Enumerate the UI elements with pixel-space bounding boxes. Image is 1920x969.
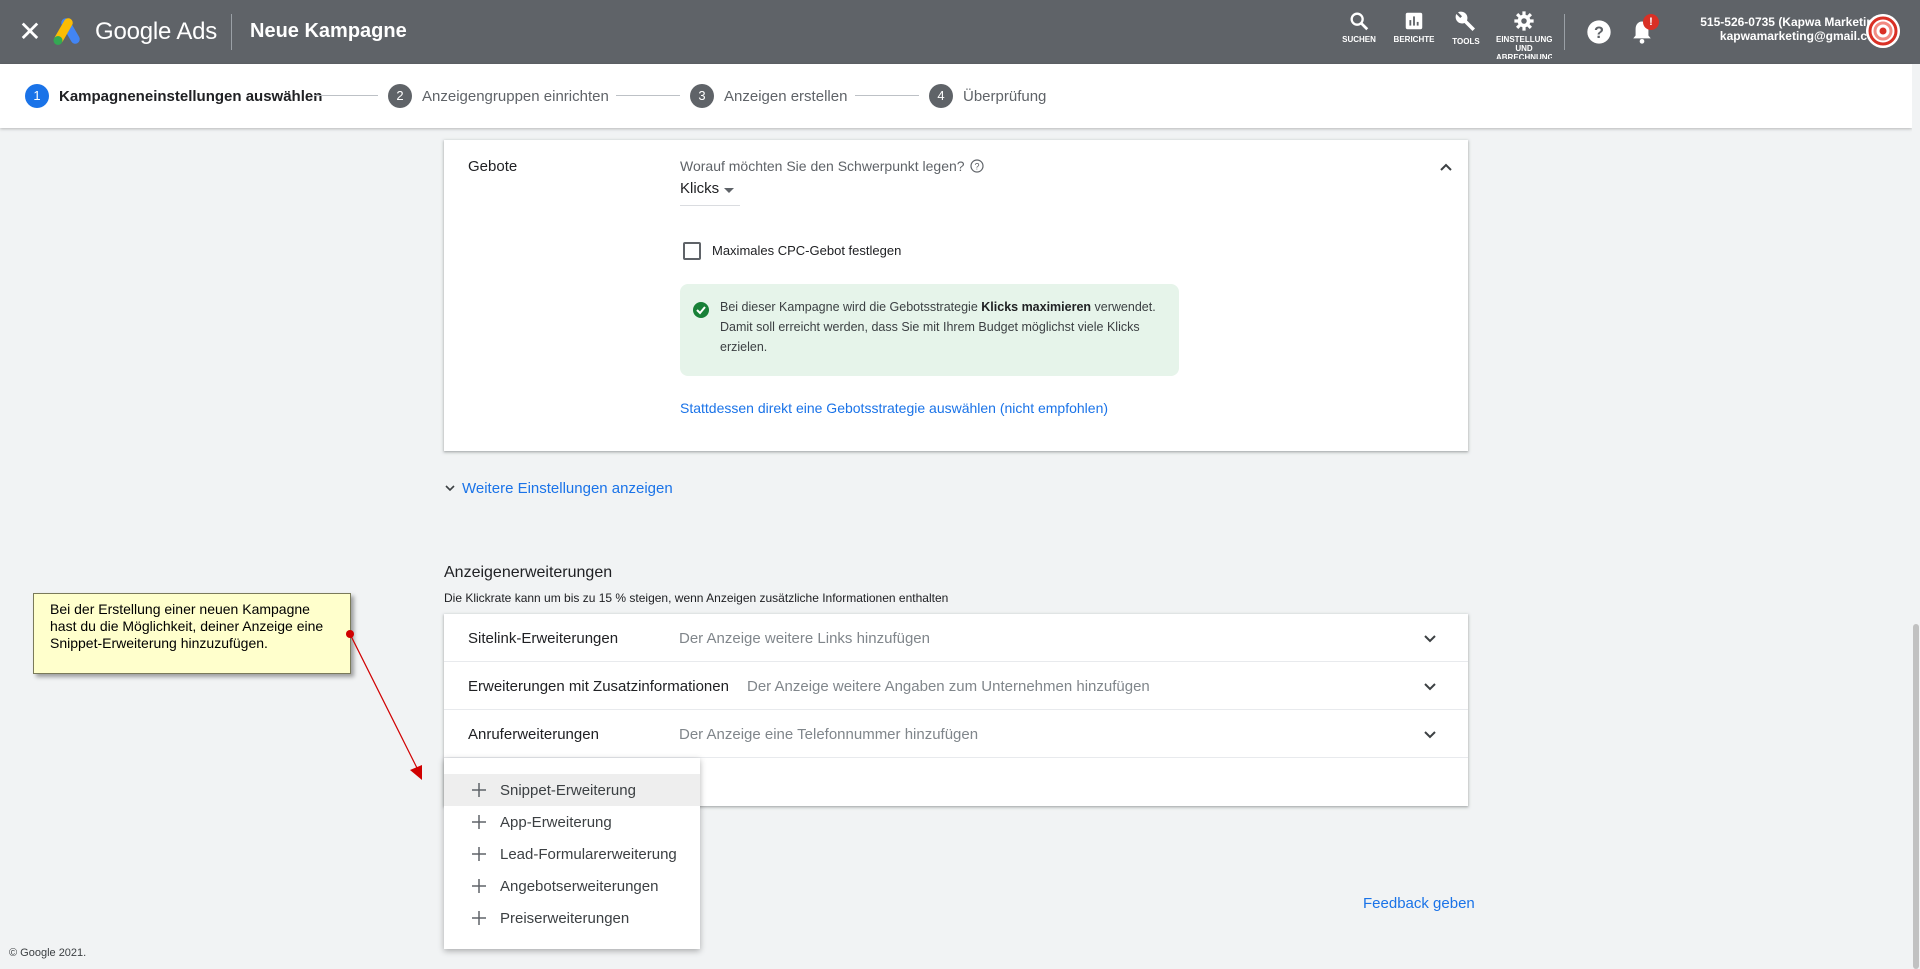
copyright-text: © Google 2021. bbox=[9, 947, 87, 959]
step-number: 3 bbox=[690, 84, 714, 108]
bidding-strategy-text: Bei dieser Kampagne wird die Gebotsstrat… bbox=[720, 297, 1170, 357]
menu-item-label: Lead-Formularerweiterung bbox=[500, 846, 677, 863]
settings-tool-label: EINSTELLUNGEN UND ABRECHNUNG bbox=[1496, 35, 1552, 59]
add-extension-menu: Snippet-Erweiterung App-Erweiterung Lead… bbox=[444, 758, 700, 949]
scrollbar-thumb[interactable] bbox=[1913, 624, 1919, 969]
extension-row-desc: Der Anzeige eine Telefonnummer hinzufüge… bbox=[679, 726, 979, 743]
step-connector bbox=[314, 95, 378, 96]
menu-item-label: Snippet-Erweiterung bbox=[500, 782, 636, 799]
chevron-down-icon bbox=[1424, 731, 1436, 739]
bidding-strategy-info: Bei dieser Kampagne wird die Gebotsstrat… bbox=[680, 284, 1179, 376]
max-cpc-checkbox[interactable] bbox=[683, 242, 701, 260]
chevron-down-icon bbox=[1424, 683, 1436, 691]
extension-row-desc: Der Anzeige weitere Links hinzufügen bbox=[679, 630, 930, 647]
close-icon[interactable]: ✕ bbox=[16, 18, 44, 46]
step-connector bbox=[855, 95, 919, 96]
step-label: Kampagneneinstellungen auswählen bbox=[59, 87, 323, 105]
page-scrollbar[interactable] bbox=[1912, 64, 1920, 969]
account-email: kapwamarketing@gmail.com bbox=[1719, 29, 1885, 43]
plus-icon bbox=[472, 847, 486, 861]
search-icon bbox=[1350, 12, 1369, 31]
bidding-focus-value: Klicks bbox=[680, 180, 720, 197]
extension-row-desc: Der Anzeige weitere Angaben zum Unterneh… bbox=[747, 678, 1150, 695]
step-number: 1 bbox=[25, 84, 49, 108]
extension-row-callout[interactable]: Erweiterungen mit Zusatzinformationen De… bbox=[444, 662, 1468, 710]
step-ad-groups[interactable]: 2 Anzeigengruppen einrichten bbox=[388, 84, 609, 108]
extension-row-name: Erweiterungen mit Zusatzinformationen bbox=[468, 678, 729, 695]
bidding-section-label: Gebote bbox=[468, 158, 518, 175]
plus-icon bbox=[472, 783, 486, 797]
plus-icon bbox=[472, 879, 486, 893]
step-number: 4 bbox=[929, 84, 953, 108]
svg-text:?: ? bbox=[1594, 24, 1604, 42]
check-circle-icon bbox=[693, 302, 709, 318]
step-number: 2 bbox=[388, 84, 412, 108]
feedback-link[interactable]: Feedback geben bbox=[1363, 895, 1475, 912]
account-name: 515-526-0735 (Kapwa Marketing) bbox=[1700, 15, 1885, 29]
plus-icon bbox=[472, 815, 486, 829]
reports-icon bbox=[1405, 12, 1423, 30]
info-strategy-name: Klicks maximieren bbox=[981, 300, 1092, 314]
tools-tool-button[interactable]: TOOLS bbox=[1438, 10, 1494, 46]
plus-icon bbox=[472, 911, 486, 925]
menu-item-promotion-extension[interactable]: Angebotserweiterungen bbox=[444, 870, 700, 902]
chevron-up-icon[interactable] bbox=[1437, 158, 1455, 176]
toolbar-divider bbox=[1564, 14, 1565, 50]
top-bar: ✕ Google Ads Neue Kampagne SUCHEN BERICH… bbox=[0, 0, 1920, 64]
search-tool-button[interactable]: SUCHEN bbox=[1331, 10, 1387, 44]
menu-item-app-extension[interactable]: App-Erweiterung bbox=[444, 806, 700, 838]
menu-item-snippet-extension[interactable]: Snippet-Erweiterung bbox=[444, 774, 700, 806]
info-prefix: Bei dieser Kampagne wird die Gebotsstrat… bbox=[720, 300, 982, 314]
tutorial-callout: Bei der Erstellung einer neuen Kampagne … bbox=[33, 593, 351, 674]
header-divider bbox=[231, 14, 232, 50]
bidding-focus-dropdown[interactable]: Klicks bbox=[680, 180, 740, 206]
tools-tool-label: TOOLS bbox=[1452, 37, 1480, 46]
extensions-subtitle: Die Klickrate kann um bis zu 15 % steige… bbox=[444, 591, 949, 605]
svg-text:?: ? bbox=[974, 162, 979, 172]
account-info[interactable]: 515-526-0735 (Kapwa Marketing) kapwamark… bbox=[1660, 15, 1885, 43]
bidding-focus-question: Worauf möchten Sie den Schwerpunkt legen… bbox=[680, 158, 965, 174]
search-tool-label: SUCHEN bbox=[1342, 35, 1376, 44]
chevron-down-icon bbox=[1424, 635, 1436, 643]
extension-row-call[interactable]: Anruferweiterungen Der Anzeige eine Tele… bbox=[444, 710, 1468, 758]
extension-row-name: Anruferweiterungen bbox=[468, 726, 599, 743]
extension-row-name: Sitelink-Erweiterungen bbox=[468, 630, 619, 647]
menu-item-price-extension[interactable]: Preiserweiterungen bbox=[444, 902, 700, 934]
step-label: Anzeigengruppen einrichten bbox=[422, 87, 609, 105]
notification-badge: ! bbox=[1643, 14, 1659, 30]
extension-row-sitelink[interactable]: Sitelink-Erweiterungen Der Anzeige weite… bbox=[444, 614, 1468, 662]
help-icon[interactable]: ? bbox=[1585, 18, 1613, 46]
reports-tool-button[interactable]: BERICHTE bbox=[1386, 10, 1442, 44]
select-strategy-directly-link[interactable]: Stattdessen direkt eine Gebotsstrategie … bbox=[680, 400, 1108, 416]
brand-name: Google Ads bbox=[95, 18, 218, 45]
campaign-stepper: 1 Kampagneneinstellungen auswählen 2 Anz… bbox=[0, 64, 1912, 128]
step-campaign-settings[interactable]: 1 Kampagneneinstellungen auswählen bbox=[25, 84, 322, 108]
google-ads-logo bbox=[53, 18, 80, 45]
menu-item-lead-form-extension[interactable]: Lead-Formularerweiterung bbox=[444, 838, 700, 870]
dropdown-arrow-icon bbox=[724, 188, 734, 193]
step-create-ads[interactable]: 3 Anzeigen erstellen bbox=[690, 84, 847, 108]
menu-item-label: Preiserweiterungen bbox=[500, 910, 630, 927]
step-review[interactable]: 4 Überprüfung bbox=[929, 84, 1046, 108]
max-cpc-checkbox-label[interactable]: Maximales CPC-Gebot festlegen bbox=[712, 243, 901, 258]
page-title: Neue Kampagne bbox=[250, 20, 407, 42]
chevron-down-icon bbox=[445, 485, 455, 492]
step-connector bbox=[616, 95, 680, 96]
more-settings-label: Weitere Einstellungen anzeigen bbox=[462, 479, 673, 497]
reports-tool-label: BERICHTE bbox=[1393, 35, 1435, 44]
menu-item-label: App-Erweiterung bbox=[500, 814, 612, 831]
extensions-title: Anzeigenerweiterungen bbox=[444, 564, 613, 581]
step-label: Überprüfung bbox=[963, 87, 1047, 105]
menu-item-label: Angebotserweiterungen bbox=[500, 878, 659, 895]
wrench-icon bbox=[1455, 11, 1475, 31]
avatar[interactable] bbox=[1866, 14, 1900, 48]
settings-tool-button[interactable]: EINSTELLUNGEN UND ABRECHNUNG bbox=[1496, 10, 1552, 59]
more-settings-toggle[interactable]: Weitere Einstellungen anzeigen bbox=[444, 478, 673, 498]
step-label: Anzeigen erstellen bbox=[724, 87, 848, 105]
gear-icon bbox=[1514, 11, 1534, 31]
bidding-section-card: Gebote Worauf möchten Sie den Schwerpunk… bbox=[444, 140, 1468, 451]
help-circle-icon[interactable]: ? bbox=[970, 159, 984, 173]
